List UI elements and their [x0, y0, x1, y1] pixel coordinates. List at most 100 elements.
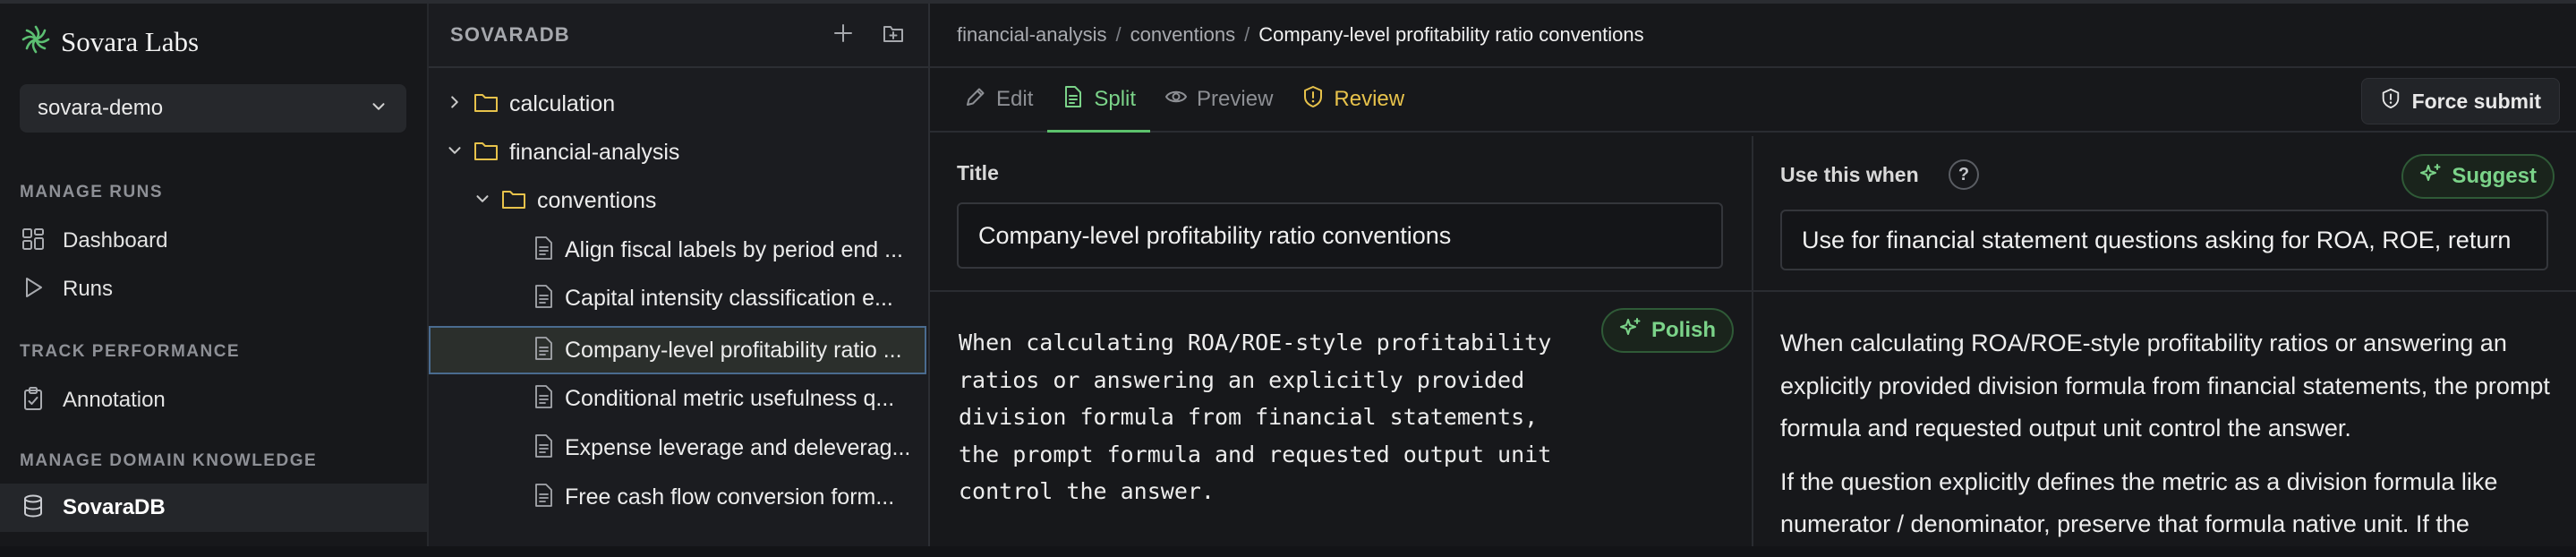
breadcrumb-item[interactable]: financial-analysis	[957, 23, 1107, 47]
polish-button[interactable]: Polish	[1601, 308, 1735, 353]
sidebar-item-sovaradb[interactable]: SovaraDB	[0, 484, 427, 532]
workspace-select[interactable]: sovara-demo	[20, 84, 406, 133]
force-submit-button[interactable]: Force submit	[2360, 78, 2560, 124]
tree-label: Capital intensity classification e...	[565, 285, 893, 311]
tab-review[interactable]: Review	[1287, 68, 1419, 131]
tree-label: financial-analysis	[509, 139, 680, 165]
brand-name: Sovara Labs	[61, 25, 200, 57]
use-when-label: Use this when	[1780, 163, 1919, 186]
suggest-button[interactable]: Suggest	[2401, 154, 2555, 199]
tree-folder-calculation[interactable]: calculation	[429, 80, 926, 128]
use-when-input[interactable]: Use for financial statement questions as…	[1780, 210, 2548, 270]
brand[interactable]: Sovara Labs	[20, 23, 199, 60]
suggest-label: Suggest	[2452, 164, 2537, 188]
grid-icon	[20, 226, 47, 257]
folder-icon	[473, 90, 499, 118]
tree-label: Company-level profitability ratio ...	[565, 337, 902, 363]
tab-label: Review	[1334, 87, 1405, 111]
preview-pane: Use this when ? Suggest Use for financia…	[1753, 136, 2576, 546]
breadcrumb-current: Company-level profitability ratio conven…	[1258, 23, 1644, 46]
main-editor-area: financial-analysis / conventions / Compa…	[930, 4, 2576, 546]
sparkles-icon	[2419, 162, 2452, 192]
tree-label: Conditional metric usefulness q...	[565, 385, 895, 411]
chevron-down-icon	[369, 97, 388, 121]
tab-label: Edit	[996, 87, 1034, 111]
sidebar: Sovara Labs sovara-demo MANAGE RUNS Dash…	[0, 4, 429, 546]
rendered-preview: When calculating ROA/ROE-style profitabi…	[1780, 322, 2550, 557]
help-icon[interactable]: ?	[1949, 159, 1979, 190]
polish-label: Polish	[1651, 318, 1717, 342]
section-label-track-performance: TRACK PERFORMANCE	[20, 342, 241, 361]
view-tabs: Edit Split Preview Review Force submit	[930, 68, 2576, 133]
file-text-icon	[533, 336, 554, 365]
new-file-button[interactable]	[828, 20, 858, 50]
sidebar-item-dashboard[interactable]: Dashboard	[0, 217, 427, 265]
file-text-icon	[1062, 85, 1094, 115]
section-label-manage-domain-knowledge: MANAGE DOMAIN KNOWLEDGE	[20, 451, 318, 470]
preview-paragraph: When calculating ROA/ROE-style profitabi…	[1780, 330, 2550, 441]
plus-icon	[832, 21, 855, 49]
sidebar-item-label: SovaraDB	[63, 495, 166, 519]
pencil-icon	[964, 85, 996, 115]
file-text-icon	[533, 284, 554, 313]
chevron-down-icon	[445, 141, 465, 165]
tree-label: Align fiscal labels by period end ...	[565, 236, 903, 262]
eye-icon	[1164, 85, 1197, 115]
breadcrumb-separator: /	[1244, 23, 1250, 46]
workspace-name: sovara-demo	[38, 96, 164, 120]
pane-divider	[930, 290, 1752, 292]
flower-logo-icon	[20, 23, 52, 60]
tab-split[interactable]: Split	[1047, 68, 1150, 133]
tree-label: conventions	[537, 187, 657, 213]
tree-file[interactable]: Align fiscal labels by period end ...	[429, 226, 926, 274]
tab-label: Preview	[1197, 87, 1274, 111]
folder-icon	[501, 187, 526, 215]
tree-title: SOVARADB	[450, 23, 570, 46]
tree-folder-conventions[interactable]: conventions	[429, 176, 926, 225]
sidebar-item-label: Dashboard	[63, 228, 168, 253]
chevron-down-icon	[473, 189, 492, 213]
shield-alert-icon	[1301, 85, 1334, 115]
breadcrumb-item[interactable]: conventions	[1130, 23, 1235, 47]
force-submit-label: Force submit	[2411, 89, 2541, 113]
database-icon	[20, 493, 47, 524]
section-label-manage-runs: MANAGE RUNS	[20, 183, 164, 201]
tree-file[interactable]: Conditional metric usefulness q...	[429, 374, 926, 423]
tab-edit[interactable]: Edit	[950, 68, 1047, 131]
sparkles-icon	[1619, 316, 1651, 346]
file-text-icon	[533, 384, 554, 414]
title-input[interactable]: Company-level profitability ratio conven…	[957, 202, 1723, 269]
title-label: Title	[957, 161, 999, 184]
new-folder-button[interactable]	[878, 20, 908, 50]
file-text-icon	[533, 483, 554, 512]
knowledge-tree-panel: SOVARADB calculation financial-analysis …	[429, 4, 930, 546]
markdown-editor[interactable]: When calculating ROA/ROE-style profitabi…	[959, 324, 1603, 510]
tab-label: Split	[1094, 87, 1137, 111]
tree-label: Expense leverage and deleverag...	[565, 434, 911, 460]
sidebar-item-label: Runs	[63, 277, 114, 301]
tree-file[interactable]: Expense leverage and deleverag...	[429, 424, 926, 472]
chevron-right-icon	[445, 92, 465, 116]
pane-divider	[1753, 290, 2576, 292]
breadcrumb-separator: /	[1115, 23, 1122, 46]
tree-file[interactable]: Free cash flow conversion form...	[429, 473, 926, 521]
clipboard-icon	[20, 385, 47, 416]
breadcrumb: financial-analysis / conventions / Compa…	[930, 4, 2576, 68]
tree-label: Free cash flow conversion form...	[565, 484, 895, 510]
tab-preview[interactable]: Preview	[1150, 68, 1287, 131]
tree-file-selected[interactable]: Company-level profitability ratio ...	[429, 326, 926, 374]
editor-pane: Title Company-level profitability ratio …	[930, 136, 1753, 546]
file-text-icon	[533, 433, 554, 463]
file-text-icon	[533, 236, 554, 265]
play-icon	[20, 274, 47, 305]
sidebar-item-annotation[interactable]: Annotation	[0, 376, 427, 424]
preview-paragraph: If the question explicitly defines the m…	[1780, 467, 2498, 538]
sidebar-item-label: Annotation	[63, 388, 166, 412]
tree-folder-financial-analysis[interactable]: financial-analysis	[429, 128, 926, 176]
tree-file[interactable]: Capital intensity classification e...	[429, 274, 926, 322]
tree-label: calculation	[509, 90, 616, 116]
folder-icon	[473, 139, 499, 167]
sidebar-item-runs[interactable]: Runs	[0, 265, 427, 313]
tree-header: SOVARADB	[429, 4, 928, 68]
shield-alert-icon	[2380, 88, 2412, 115]
